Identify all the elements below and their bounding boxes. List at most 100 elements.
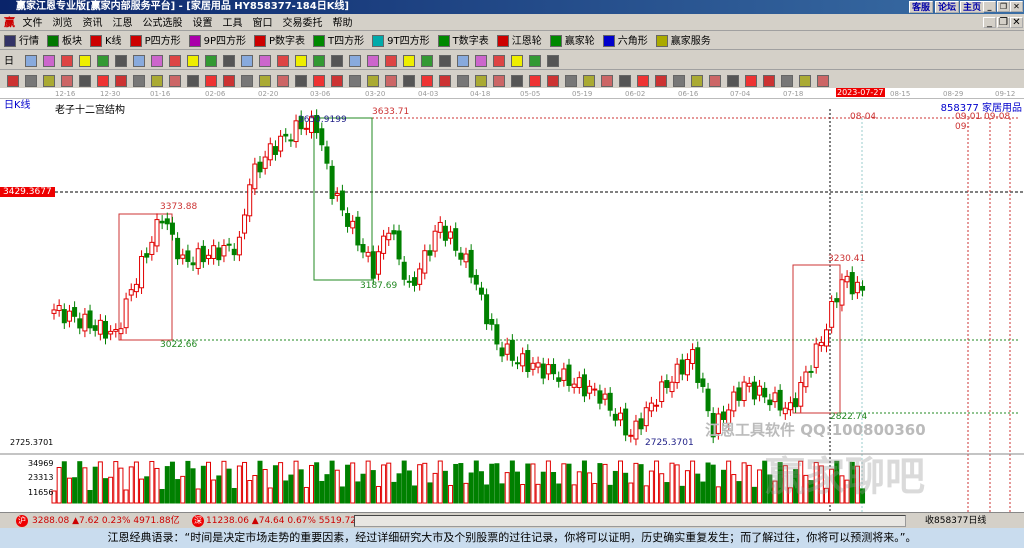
tool-icon[interactable] (655, 75, 667, 87)
child-restore-icon[interactable]: ❐ (997, 17, 1010, 28)
tool-icon[interactable] (547, 75, 559, 87)
tool-icon[interactable] (385, 75, 397, 87)
toolbar-button[interactable]: 六角形 (602, 35, 648, 47)
tool-icon[interactable] (691, 75, 703, 87)
tool-icon[interactable] (277, 55, 289, 67)
tool-icon[interactable] (475, 55, 487, 67)
tool-icon[interactable] (223, 55, 235, 67)
tool-icon[interactable] (673, 75, 685, 87)
toolbar-button[interactable]: T四方形 (313, 35, 364, 47)
tool-icon[interactable] (169, 55, 181, 67)
tool-icon[interactable] (259, 75, 271, 87)
menu-formula[interactable]: 公式选股 (143, 18, 183, 29)
service-button[interactable]: 客服 (909, 1, 934, 13)
tool-icon[interactable] (349, 75, 361, 87)
tool-icon[interactable] (727, 75, 739, 87)
tool-icon[interactable] (619, 75, 631, 87)
menu-gann[interactable]: 江恩 (113, 18, 133, 29)
tool-icon[interactable] (205, 75, 217, 87)
close-icon[interactable]: ✕ (1010, 1, 1023, 12)
toolbar-button[interactable]: 板块 (47, 35, 82, 47)
tool-icon[interactable] (457, 75, 469, 87)
tool-icon[interactable] (493, 55, 505, 67)
toolbar-button[interactable]: P四方形 (129, 35, 181, 47)
tool-icon[interactable] (295, 75, 307, 87)
toolbar-button[interactable]: K线 (90, 35, 122, 47)
minimize-icon[interactable]: _ (983, 1, 996, 12)
tool-icon[interactable] (223, 75, 235, 87)
tool-icon[interactable] (133, 55, 145, 67)
toolbar-button[interactable]: 9T四方形 (372, 35, 430, 47)
tool-icon[interactable] (511, 75, 523, 87)
tool-icon[interactable] (187, 75, 199, 87)
kline-chart[interactable]: 日K线 老子十二宫结构 858377 家居用品 3429.3677 2725.3… (0, 99, 1024, 512)
tool-icon[interactable] (61, 75, 73, 87)
tool-icon[interactable] (511, 55, 523, 67)
menu-trade[interactable]: 交易委托 (283, 18, 323, 29)
tool-icon[interactable] (439, 75, 451, 87)
tool-icon[interactable] (421, 75, 433, 87)
tool-icon[interactable] (115, 75, 127, 87)
tool-icon[interactable] (7, 75, 19, 87)
tool-icon[interactable] (799, 75, 811, 87)
tool-icon[interactable] (241, 75, 253, 87)
tool-icon[interactable] (457, 55, 469, 67)
tool-icon[interactable] (763, 75, 775, 87)
tool-icon[interactable] (547, 55, 559, 67)
tool-icon[interactable] (313, 55, 325, 67)
menu-help[interactable]: 帮助 (333, 18, 353, 29)
toolbar-button[interactable]: 9P四方形 (188, 35, 246, 47)
forum-button[interactable]: 论坛 (935, 1, 960, 13)
tool-icon[interactable] (259, 55, 271, 67)
toolbar-button[interactable]: 赢家轮 (549, 35, 595, 47)
tool-icon[interactable] (367, 55, 379, 67)
tool-icon[interactable] (385, 55, 397, 67)
tool-icon[interactable] (637, 75, 649, 87)
tool-icon[interactable] (781, 75, 793, 87)
tool-icon[interactable] (61, 55, 73, 67)
tool-icon[interactable] (331, 55, 343, 67)
tool-icon[interactable] (169, 75, 181, 87)
tool-icon[interactable] (79, 75, 91, 87)
toolbar-button[interactable]: T数字表 (437, 35, 489, 47)
menu-tools[interactable]: 工具 (223, 18, 243, 29)
tool-icon[interactable] (529, 75, 541, 87)
menu-browse[interactable]: 浏览 (53, 18, 73, 29)
tool-icon[interactable] (25, 55, 37, 67)
tool-icon[interactable] (817, 75, 829, 87)
tool-icon[interactable] (97, 75, 109, 87)
tool-icon[interactable] (151, 75, 163, 87)
tool-icon[interactable] (133, 75, 145, 87)
tool-icon[interactable] (79, 55, 91, 67)
tool-icon[interactable] (439, 55, 451, 67)
tool-icon[interactable] (187, 55, 199, 67)
tool-icon[interactable] (277, 75, 289, 87)
toolbar-button[interactable]: 江恩轮 (496, 35, 542, 47)
home-button[interactable]: 主页 (960, 1, 985, 13)
tool-icon[interactable] (241, 55, 253, 67)
horizontal-scrollbar[interactable] (354, 515, 906, 527)
menu-window[interactable]: 窗口 (253, 18, 273, 29)
menu-settings[interactable]: 设置 (193, 18, 213, 29)
tool-icon[interactable] (43, 55, 55, 67)
menu-news[interactable]: 资讯 (83, 18, 103, 29)
tool-icon[interactable] (403, 55, 415, 67)
period-select[interactable]: 日 (4, 56, 14, 67)
tool-icon[interactable] (115, 55, 127, 67)
child-close-icon[interactable]: ✕ (1010, 17, 1023, 28)
tool-icon[interactable] (295, 55, 307, 67)
toolbar-button[interactable]: P数字表 (254, 35, 305, 47)
tool-icon[interactable] (205, 55, 217, 67)
tool-icon[interactable] (709, 75, 721, 87)
tool-icon[interactable] (745, 75, 757, 87)
menu-file[interactable]: 文件 (23, 18, 43, 29)
tool-icon[interactable] (151, 55, 163, 67)
tool-icon[interactable] (25, 75, 37, 87)
tool-icon[interactable] (583, 75, 595, 87)
tool-icon[interactable] (43, 75, 55, 87)
tool-icon[interactable] (565, 75, 577, 87)
toolbar-button[interactable]: 行情 (4, 35, 39, 47)
tool-icon[interactable] (529, 55, 541, 67)
tool-icon[interactable] (349, 55, 361, 67)
toolbar-button[interactable]: 赢家服务 (655, 35, 711, 47)
